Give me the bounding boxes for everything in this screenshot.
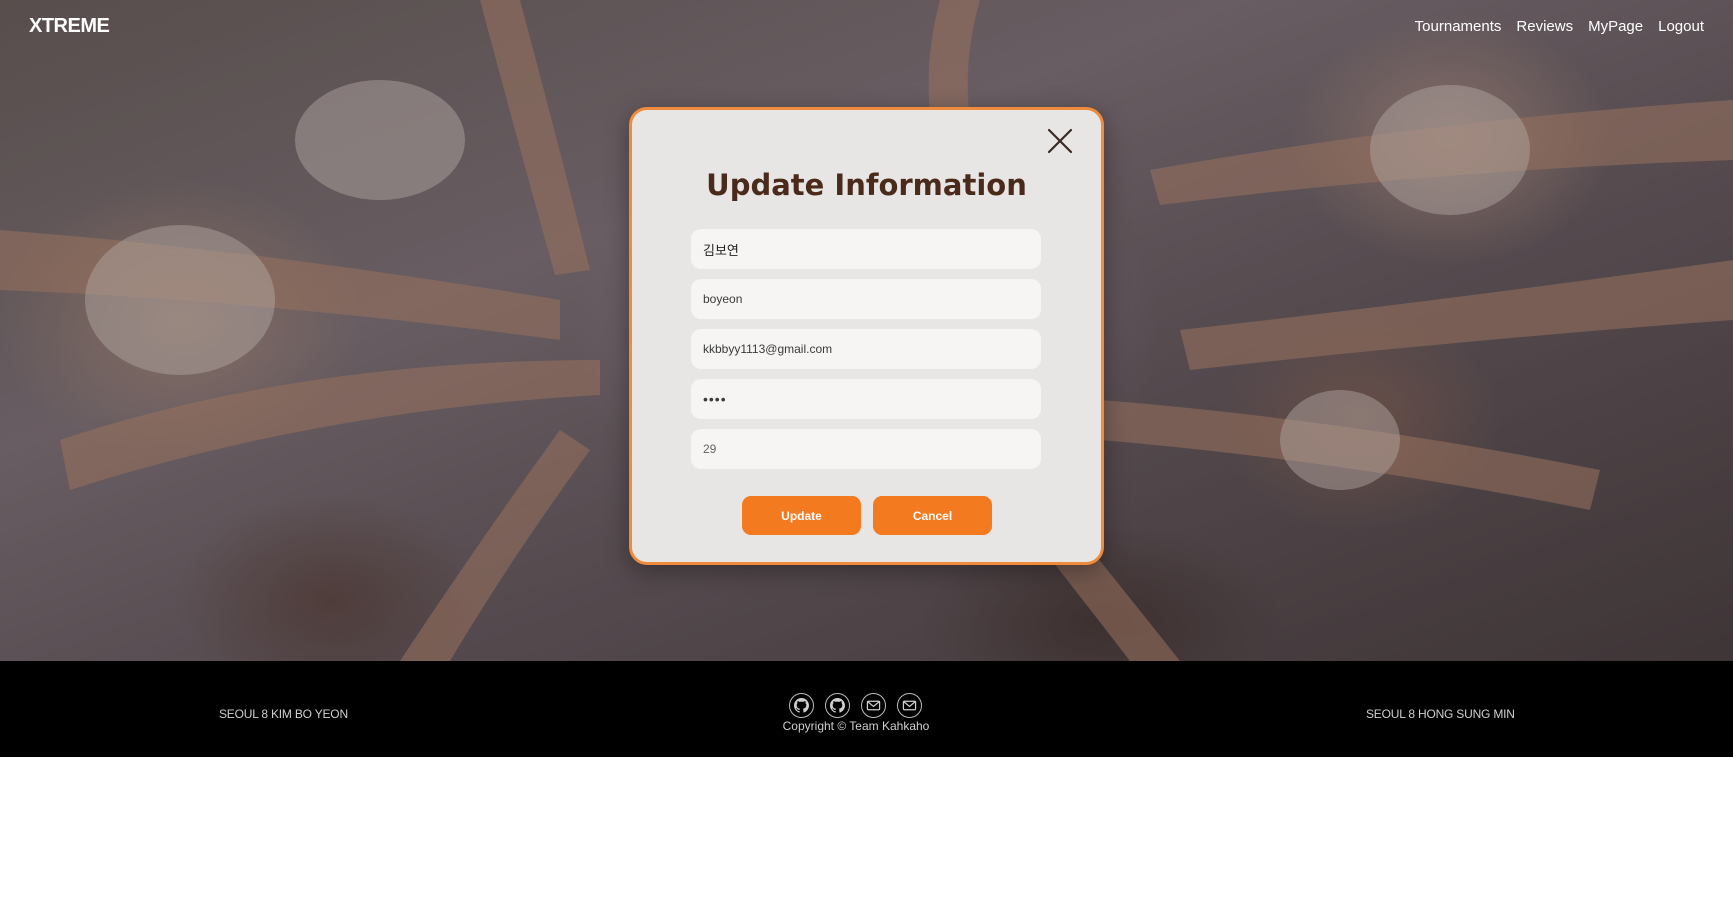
update-info-modal: Update Information Update Cancel [629,107,1104,565]
footer-copyright: Copyright © Team Kahkaho [782,719,930,733]
github-icon[interactable] [789,693,814,718]
email-field[interactable] [691,329,1041,369]
name-field[interactable] [691,229,1041,269]
password-field[interactable] [691,379,1041,419]
close-icon[interactable] [1045,126,1075,156]
cancel-button[interactable]: Cancel [873,496,992,535]
nav-reviews[interactable]: Reviews [1516,18,1573,35]
mail-icon[interactable] [861,693,886,718]
github-icon[interactable] [825,693,850,718]
mail-icon[interactable] [897,693,922,718]
age-field[interactable] [691,429,1041,469]
top-nav: Tournaments Reviews MyPage Logout [1415,18,1704,35]
footer-right-credit: SEOUL 8 HONG SUNG MIN [1366,707,1515,721]
nav-tournaments[interactable]: Tournaments [1415,18,1502,35]
nav-mypage[interactable]: MyPage [1588,18,1643,35]
update-button[interactable]: Update [742,496,861,535]
username-field[interactable] [691,279,1041,319]
nav-logout[interactable]: Logout [1658,18,1704,35]
modal-title: Update Information [706,168,1027,202]
brand-logo[interactable]: XTREME [29,15,110,38]
footer-icons [789,693,922,718]
footer: SEOUL 8 KIM BO YEON Copyright © Team Kah… [0,661,1733,757]
